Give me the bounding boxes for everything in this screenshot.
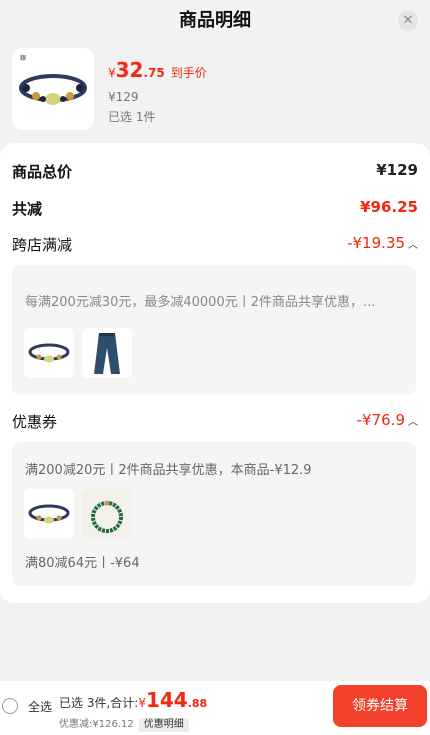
- checkout-button[interactable]: 领券结算: [333, 685, 427, 727]
- discount-detail-button[interactable]: 优惠明细: [138, 718, 189, 732]
- bracelet-thumbnail[interactable]: [24, 328, 74, 378]
- total-integer: 144: [145, 688, 188, 712]
- checkout-bar: 全选 已选 3件,合计:¥144.88 优惠减:¥126.12 优惠明细 领券结算: [0, 681, 430, 735]
- cross-store-value: -¥19.35: [347, 234, 405, 252]
- jeans-thumbnail[interactable]: [82, 328, 132, 378]
- total-summary: 已选 3件,合计:¥144.88: [59, 688, 208, 712]
- price-detail-card: 商品总价 ¥129 共减 ¥96.25 跨店满减 -¥19.35 ︿ 每满200元…: [0, 143, 430, 603]
- total-label: 商品总价: [12, 163, 73, 181]
- total-value: ¥129: [376, 161, 418, 179]
- cross-store-detail: 每满200元减30元，最多减40000元丨2件商品共享优惠，...: [12, 265, 416, 395]
- price-integer: 32: [115, 58, 144, 82]
- coupon-row[interactable]: 优惠券 -¥76.9 ︿: [12, 411, 418, 433]
- reduce-value: ¥96.25: [360, 198, 418, 216]
- cross-store-label: 跨店满减: [12, 236, 73, 254]
- cross-store-value-wrap: -¥19.35 ︿: [347, 234, 418, 252]
- coupon-desc: 满200减20元丨2件商品共享优惠，本商品-¥12.9: [25, 463, 312, 478]
- chevron-up-icon[interactable]: ︿: [408, 240, 418, 251]
- chevron-up-icon[interactable]: ︿: [408, 417, 418, 428]
- selected-count: 已选 1件: [108, 110, 156, 124]
- green-bracelet-thumbnail[interactable]: [82, 489, 132, 539]
- product-summary: 銀 ¥32.75 到手价 ¥129 已选 1件: [12, 48, 418, 130]
- coupon-value: -¥76.9: [356, 411, 405, 429]
- cross-store-desc: 每满200元减30元，最多减40000元丨2件商品共享优惠，...: [25, 295, 376, 310]
- sheet-title: 商品明细: [179, 10, 251, 31]
- product-info: ¥32.75 到手价 ¥129 已选 1件: [108, 58, 207, 125]
- price-tag: 到手价: [170, 66, 207, 80]
- product-image: 銀: [12, 48, 94, 130]
- reduce-row: 共减 ¥96.25: [12, 198, 418, 220]
- total-row: 商品总价 ¥129: [12, 161, 418, 183]
- select-all-radio[interactable]: [2, 698, 18, 714]
- bracelet-thumbnail[interactable]: [24, 489, 74, 539]
- coupon-desc-2: 满80减64元丨-¥64: [25, 556, 140, 571]
- sheet-header: 商品明细 ✕: [0, 0, 430, 42]
- total-decimal: .88: [187, 697, 208, 710]
- coupon-detail: 满200减20元丨2件商品共享优惠，本商品-¥12.9 满80减64元丨-¥64: [12, 442, 416, 586]
- summary-prefix: 已选 3件,合计:: [59, 696, 139, 710]
- reduce-label: 共减: [12, 200, 43, 218]
- coupon-value-wrap: -¥76.9 ︿: [357, 411, 418, 429]
- discount-summary: 优惠减:¥126.12 优惠明细: [59, 715, 189, 732]
- price-decimal: .75: [143, 66, 165, 80]
- final-price: ¥32.75 到手价: [108, 58, 207, 84]
- discount-text: 优惠减:¥126.12: [59, 719, 134, 730]
- coupon-label: 优惠券: [12, 413, 58, 431]
- total-symbol: ¥: [138, 696, 146, 710]
- close-icon[interactable]: ✕: [398, 11, 418, 31]
- select-all-label[interactable]: 全选: [28, 698, 52, 715]
- cross-store-row[interactable]: 跨店满减 -¥19.35 ︿: [12, 234, 418, 256]
- price-symbol: ¥: [108, 66, 116, 80]
- svg-text:銀: 銀: [20, 54, 26, 62]
- original-price: ¥129: [108, 90, 139, 104]
